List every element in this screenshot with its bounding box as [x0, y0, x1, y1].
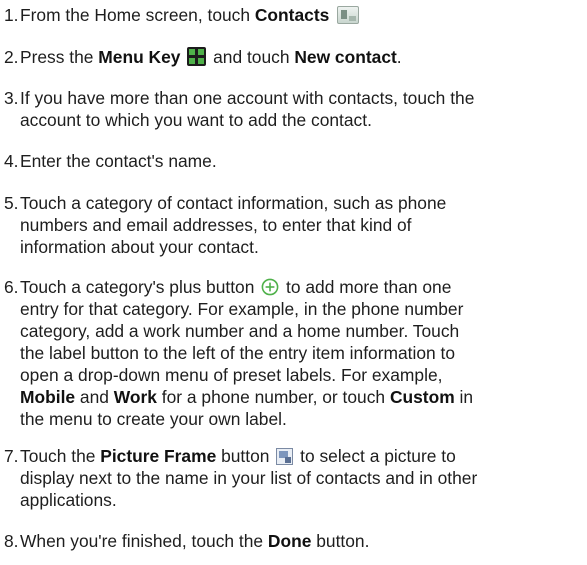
- new-contact-label: New contact: [294, 47, 397, 67]
- menu-key-label: Menu Key: [98, 47, 181, 67]
- step-number: 5.: [4, 193, 19, 213]
- step-text: .: [396, 47, 402, 67]
- step-text: button.: [311, 531, 370, 551]
- step-text: If you have more than one account with c…: [20, 88, 475, 108]
- step-text: for a phone number, or touch: [156, 387, 390, 407]
- step-number: 2.: [4, 47, 19, 67]
- step-7: 7. Touch the Picture Frame button to sel…: [0, 445, 584, 511]
- custom-label: Custom: [389, 387, 455, 407]
- work-label: Work: [113, 387, 157, 407]
- step-text: display next to the name in your list of…: [20, 468, 478, 488]
- step-number: 3.: [4, 88, 19, 108]
- step-line: Touch the Picture Frame button to select…: [20, 445, 584, 467]
- step-text: open a drop-down menu of preset labels. …: [20, 365, 443, 385]
- step-5: 5. Touch a category of contact informati…: [0, 192, 584, 258]
- step-number: 7.: [4, 446, 19, 466]
- step-line: Touch a category's plus button to add mo…: [20, 276, 584, 298]
- step-2: 2. Press the Menu Key and touch New cont…: [0, 46, 584, 68]
- picture-frame-label: Picture Frame: [100, 446, 217, 466]
- step-text: Touch the: [20, 446, 101, 466]
- step-text: and touch: [208, 47, 295, 67]
- step-4: 4. Enter the contact's name.: [0, 150, 584, 172]
- step-3: 3. If you have more than one account wit…: [0, 87, 584, 131]
- step-number: 1.: [4, 5, 19, 25]
- step-text: numbers and email addresses, to enter th…: [20, 215, 412, 235]
- step-text: information about your contact.: [20, 237, 259, 257]
- step-6: 6. Touch a category's plus button to add…: [0, 276, 584, 430]
- step-text: entry for that category. For example, in…: [20, 299, 464, 319]
- step-text: and: [75, 387, 114, 407]
- step-text: in: [454, 387, 474, 407]
- step-text: button: [216, 446, 270, 466]
- step-text: the label button to the left of the entr…: [20, 343, 456, 363]
- contacts-app-icon: [337, 6, 360, 24]
- step-text: applications.: [20, 490, 117, 510]
- step-text: Touch a category of contact information,…: [20, 193, 447, 213]
- step-number: 6.: [4, 277, 19, 297]
- step-text: Touch a category's plus button: [20, 277, 255, 297]
- step-text: When you're finished, touch the: [20, 531, 268, 551]
- step-text: to add more than one: [281, 277, 452, 297]
- step-number: 8.: [4, 531, 19, 551]
- step-text: to select a picture to: [295, 446, 456, 466]
- step-1: 1. From the Home screen, touch Contacts: [0, 4, 584, 26]
- step-8: 8. When you're finished, touch the Done …: [0, 530, 584, 552]
- step-text: the menu to create your own label.: [20, 409, 287, 429]
- instruction-page: 1. From the Home screen, touch Contacts …: [0, 0, 587, 565]
- step-text: Press the: [20, 47, 99, 67]
- contacts-label: Contacts: [254, 5, 330, 25]
- step-number: 4.: [4, 151, 19, 171]
- menu-key-icon: [187, 47, 207, 66]
- step-text: Enter the contact's name.: [20, 151, 217, 171]
- step-text: account to which you want to add the con…: [20, 110, 372, 130]
- step-line: Mobile and Work for a phone number, or t…: [20, 386, 584, 408]
- mobile-label: Mobile: [20, 387, 76, 407]
- step-text: From the Home screen, touch: [20, 5, 255, 25]
- step-text: category, add a work number and a home n…: [20, 321, 460, 341]
- picture-frame-icon: [276, 448, 294, 465]
- done-label: Done: [267, 531, 312, 551]
- plus-circle-icon: [261, 278, 279, 296]
